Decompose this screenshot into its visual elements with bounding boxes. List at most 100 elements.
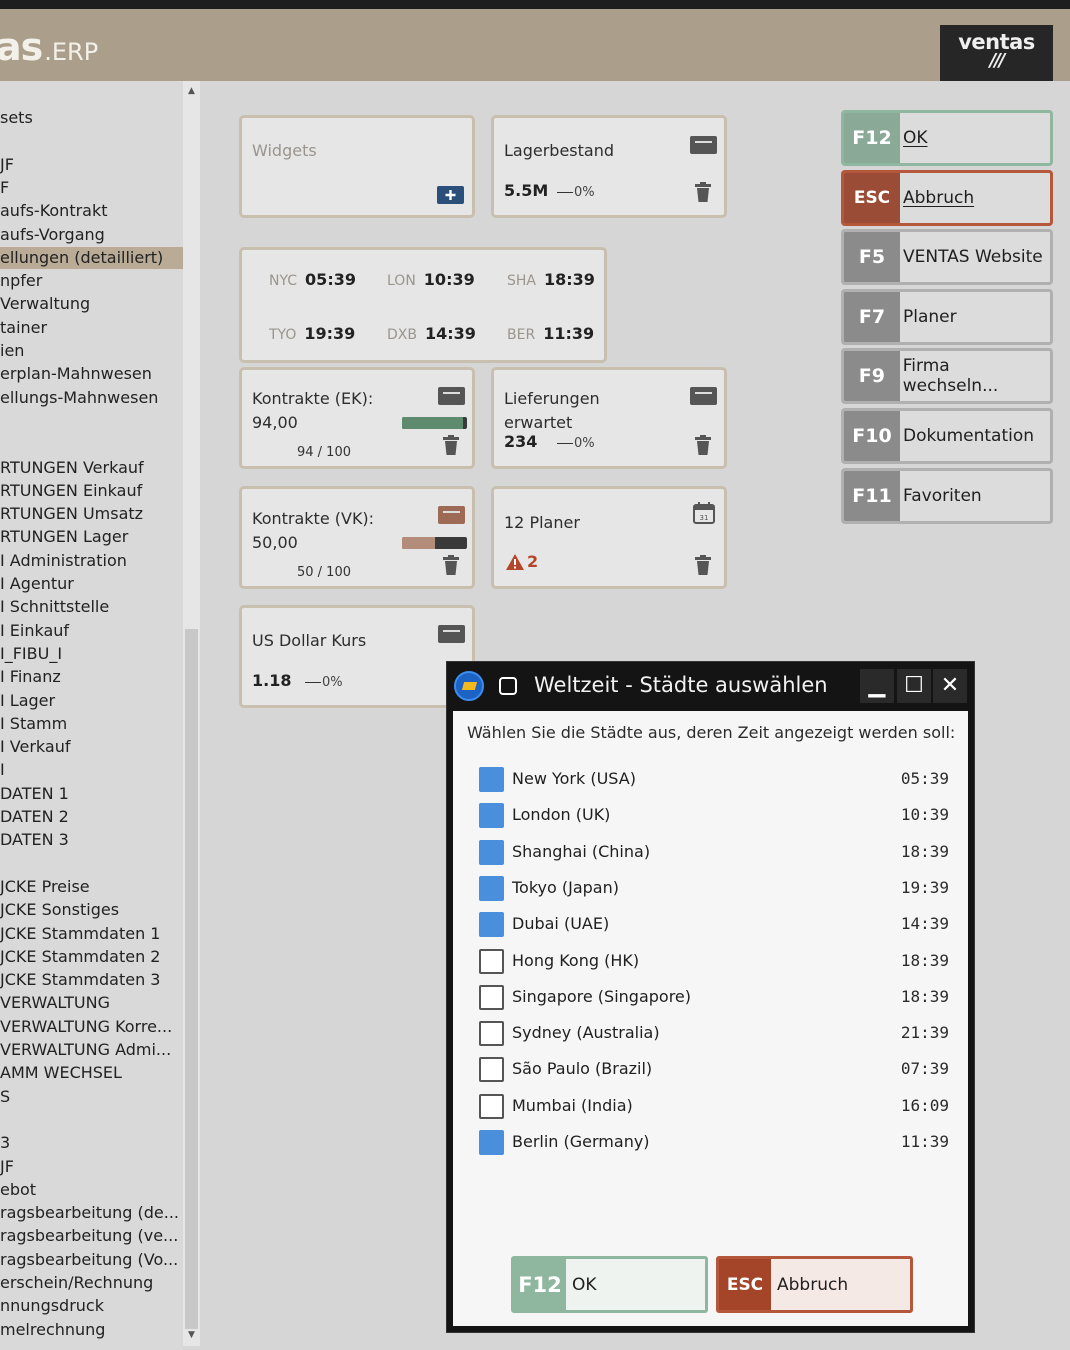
sidebar-item[interactable]: I Schnittstelle — [0, 596, 183, 618]
sidebar-item[interactable]: sets — [0, 107, 183, 129]
sidebar-item[interactable]: RTUNGEN Lager — [0, 526, 183, 548]
sidebar-item[interactable]: VERWALTUNG — [0, 992, 183, 1014]
dialog-titlebar[interactable]: Weltzeit - Städte auswählen ▁ ☐ ✕ — [447, 662, 974, 711]
city-checkbox[interactable] — [479, 1093, 504, 1119]
fkey-f10-button[interactable]: F10 Dokumentation — [841, 408, 1053, 464]
fkey-f5-button[interactable]: F5 VENTAS Website — [841, 229, 1053, 286]
maximize-icon[interactable]: ☐ — [897, 669, 931, 703]
sidebar-item[interactable]: ebot — [0, 1179, 183, 1201]
city-row[interactable]: Shanghai (China) 18:39 — [479, 837, 949, 867]
trash-icon[interactable] — [695, 182, 711, 204]
sidebar-item[interactable]: JF — [0, 1156, 183, 1178]
city-row[interactable]: Tokyo (Japan) 19:39 — [479, 873, 949, 903]
ventas-logo[interactable]: ventas /// — [940, 25, 1053, 81]
sidebar-item[interactable]: I Einkauf — [0, 620, 183, 642]
sidebar-item[interactable]: aufs-Vorgang — [0, 224, 183, 246]
sidebar-item[interactable]: RTUNGEN Verkauf — [0, 457, 183, 479]
dialog-ok-button[interactable]: F12 OK — [511, 1256, 708, 1313]
sidebar-item[interactable]: S — [0, 1086, 183, 1108]
city-checkbox[interactable] — [479, 875, 504, 901]
sidebar-item[interactable]: ragsbearbeitung (ve... — [0, 1225, 183, 1247]
sidebar-item[interactable]: Verwaltung — [0, 293, 183, 315]
scrollbar-thumb[interactable] — [185, 629, 198, 1329]
city-row[interactable]: São Paulo (Brazil) 07:39 — [479, 1054, 949, 1084]
city-checkbox[interactable] — [479, 767, 504, 792]
fkey-f7-button[interactable]: F7 Planer — [841, 288, 1053, 345]
scroll-up-arrow-icon[interactable]: ▲ — [185, 84, 198, 98]
city-checkbox[interactable] — [479, 1021, 504, 1047]
sidebar-item[interactable]: ien — [0, 340, 183, 362]
sidebar-item[interactable]: I Stamm — [0, 713, 183, 735]
sidebar-item[interactable]: I Finanz — [0, 666, 183, 688]
sidebar-item[interactable]: ragsbearbeitung (Vo... — [0, 1249, 183, 1271]
sidebar-scrollbar[interactable]: ▲ ▼ — [183, 81, 200, 1346]
city-checkbox[interactable] — [479, 984, 504, 1010]
sidebar-item[interactable]: JCKE Stammdaten 2 — [0, 946, 183, 968]
sidebar-item[interactable]: DATEN 2 — [0, 806, 183, 828]
sidebar-item[interactable]: npfer — [0, 270, 183, 292]
sidebar-item[interactable]: nnungsdruck — [0, 1295, 183, 1317]
city-row[interactable]: Mumbai (India) 16:09 — [479, 1091, 949, 1121]
sidebar-item[interactable]: aufs-Kontrakt — [0, 200, 183, 222]
sidebar-item[interactable]: JCKE Sonstiges — [0, 899, 183, 921]
minimize-icon[interactable]: ▁ — [860, 669, 894, 703]
lieferungen-tile[interactable]: Lieferungen erwartet 234 0% — [491, 367, 727, 469]
sidebar-item[interactable]: melrechnung — [0, 1319, 183, 1341]
sidebar-item[interactable]: erplan-Mahnwesen — [0, 363, 183, 385]
city-row[interactable]: Singapore (Singapore) 18:39 — [479, 982, 949, 1012]
sidebar-item[interactable]: JCKE Preise — [0, 876, 183, 898]
sidebar-item[interactable]: JCKE Stammdaten 3 — [0, 969, 183, 991]
sidebar-item[interactable]: ellungs-Mahnwesen — [0, 387, 183, 409]
usd-kurs-tile[interactable]: US Dollar Kurs 1.18 0% — [239, 605, 475, 708]
sidebar-item[interactable]: AMM WECHSEL — [0, 1062, 183, 1084]
sidebar-item[interactable]: I_FIBU_I — [0, 643, 183, 665]
close-icon[interactable]: ✕ — [933, 669, 967, 703]
sidebar-item[interactable]: I Agentur — [0, 573, 183, 595]
planer-tile[interactable]: 12 Planer 31 2 — [491, 486, 727, 589]
scroll-down-arrow-icon[interactable]: ▼ — [185, 1328, 198, 1342]
fkey-f9-button[interactable]: F9 Firma wechseln... — [841, 348, 1053, 405]
trash-icon[interactable] — [443, 555, 459, 577]
city-checkbox[interactable] — [479, 912, 504, 938]
widgets-tile[interactable]: Widgets — [239, 115, 475, 218]
sidebar-item[interactable]: F — [0, 177, 183, 199]
kontrakte-ek-tile[interactable]: Kontrakte (EK): 94,00 94 / 100 — [239, 367, 475, 469]
lagerbestand-tile[interactable]: Lagerbestand 5.5M 0% — [491, 115, 727, 218]
fkey-f11-button[interactable]: F11 Favoriten — [841, 467, 1053, 524]
sidebar-item[interactable]: JCKE Stammdaten 1 — [0, 923, 183, 945]
city-checkbox[interactable] — [479, 839, 504, 865]
city-checkbox[interactable] — [479, 1057, 504, 1083]
sidebar-item[interactable]: RTUNGEN Umsatz — [0, 503, 183, 525]
sidebar-item[interactable]: 3 — [0, 1132, 183, 1154]
city-row[interactable]: Hong Kong (HK) 18:39 — [479, 946, 949, 976]
sidebar-item[interactable]: tainer — [0, 317, 183, 339]
kontrakte-vk-tile[interactable]: Kontrakte (VK): 50,00 50 / 100 — [239, 486, 475, 589]
trash-icon[interactable] — [695, 435, 711, 457]
city-checkbox[interactable] — [479, 803, 504, 829]
trash-icon[interactable] — [443, 435, 459, 457]
city-row[interactable]: New York (USA) 05:39 — [479, 764, 949, 794]
sidebar-item[interactable]: VERWALTUNG Korre... — [0, 1016, 183, 1038]
sidebar-item[interactable]: I Administration — [0, 550, 183, 572]
city-row[interactable]: London (UK) 10:39 — [479, 800, 949, 830]
sidebar-item[interactable]: erschein/Rechnung — [0, 1272, 183, 1294]
city-row[interactable]: Dubai (UAE) 14:39 — [479, 909, 949, 939]
sidebar-item[interactable]: JF — [0, 154, 183, 176]
sidebar-item[interactable]: ellungen (detailliert) — [0, 246, 183, 269]
sidebar-item[interactable]: I Verkauf — [0, 736, 183, 758]
fkey-f12-button[interactable]: F12 OK — [841, 110, 1053, 166]
sidebar-item[interactable]: DATEN 1 — [0, 783, 183, 805]
sidebar-item[interactable]: I Lager — [0, 690, 183, 712]
world-clock-tile[interactable]: NYC 05:39 LON 10:39 SHA 18:39 TYO 19:39 DXB 14:39… — [239, 247, 607, 363]
sidebar-item[interactable]: DATEN 3 — [0, 829, 183, 851]
dialog-cancel-button[interactable]: ESC Abbruch — [716, 1256, 913, 1313]
add-widget-icon[interactable] — [436, 183, 466, 205]
window-menu-icon[interactable] — [499, 677, 517, 695]
sidebar-item[interactable]: ragsbearbeitung (de... — [0, 1202, 183, 1224]
fkey-esc-button[interactable]: ESC Abbruch — [841, 169, 1053, 226]
city-checkbox[interactable] — [479, 948, 504, 974]
trash-icon[interactable] — [695, 555, 711, 577]
city-row[interactable]: Sydney (Australia) 21:39 — [479, 1018, 949, 1048]
sidebar-item[interactable]: I — [0, 759, 183, 781]
sidebar-item[interactable]: VERWALTUNG Admi... — [0, 1039, 183, 1061]
